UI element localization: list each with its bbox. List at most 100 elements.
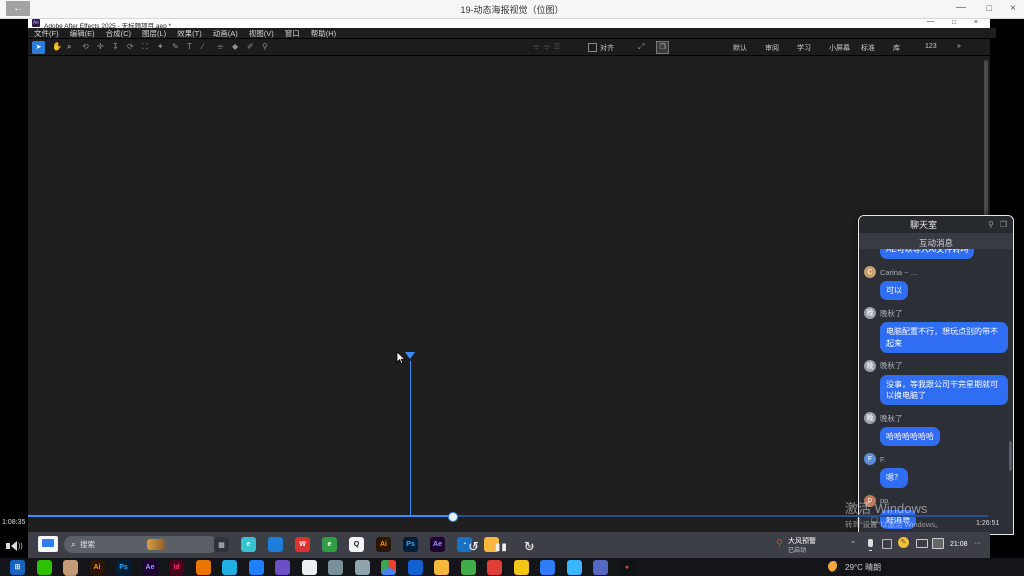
workspace-tab-7[interactable]: » [957,43,961,50]
skip-forward-button[interactable]: ↻ 30 [524,538,535,556]
notes-app-icon[interactable] [302,560,317,575]
player-progress-bar[interactable] [28,515,988,517]
app-icon-purple[interactable] [275,560,290,575]
menu-item-8[interactable]: 帮助(H) [311,28,336,39]
pan-camera-tool[interactable]: ✛ [97,42,104,51]
type-tool[interactable]: T [187,42,192,51]
app-icon-yellow[interactable] [514,560,529,575]
indesign-icon[interactable]: Id [169,560,184,575]
expand-icon[interactable]: ⤢ [638,42,644,52]
start-button[interactable]: ⊞ [10,560,25,575]
brush-tool[interactable]: ∕ [202,42,203,51]
photos-app-icon[interactable] [328,560,343,575]
browser-blue-icon[interactable] [268,537,283,552]
player-progress-knob[interactable] [448,512,458,522]
illustrator-icon[interactable]: Ai [90,560,105,575]
tray-card-icon[interactable] [932,538,944,549]
pen-tool[interactable]: ✎ [172,42,179,51]
snap-checkbox[interactable] [588,43,597,52]
dolly-camera-tool[interactable]: ↧ [112,42,119,51]
taskview-icon[interactable]: ▦ [214,537,229,552]
workspace-tab-5[interactable]: 库 [893,43,900,53]
clock-time[interactable]: 21:08 [950,541,968,548]
menu-item-4[interactable]: 效果(T) [177,28,202,39]
workspace-tab-4[interactable]: 标准 [861,43,875,53]
tray-overflow[interactable]: ··· [974,540,981,547]
eraser-tool[interactable]: ◆ [232,42,238,51]
zoom-tool[interactable]: ⌕ [67,42,71,52]
after-effects-icon[interactable]: Ae [143,560,158,575]
tray-box-icon[interactable] [882,539,892,549]
selection-tool[interactable]: ➤ [32,41,45,54]
tray-chevron-icon[interactable]: ⌃ [850,540,856,548]
ae-maximize-icon[interactable]: □ [952,19,956,26]
skip-back-button[interactable]: ↺ 10 [468,538,479,556]
qq-icon[interactable]: Q [349,537,364,552]
obs-icon[interactable]: ● [620,560,635,575]
menu-item-0[interactable]: 文件(F) [34,28,59,39]
chat-scrollbar[interactable] [1009,441,1012,471]
tim-icon[interactable] [567,560,582,575]
ae-close-icon[interactable]: × [974,19,978,26]
rotation-tool[interactable]: ⟳ [127,42,134,51]
app-icon-green[interactable] [461,560,476,575]
edit-pencil-icon[interactable]: ✎ [898,537,909,548]
shape-tool[interactable]: ✦ [157,42,164,51]
bilibili-icon[interactable] [222,560,237,575]
roto-brush-tool[interactable]: ✐ [247,42,254,51]
menu-item-6[interactable]: 视图(V) [249,28,274,39]
quark-icon[interactable] [408,560,423,575]
workspace-tab-0[interactable]: 默认 [733,43,747,53]
minimize-icon[interactable]: — [956,2,966,13]
popout-icon[interactable]: ❐ [1000,220,1007,229]
workspace-tab-6[interactable]: 123 [925,43,937,50]
chat-message-list[interactable]: AE可以导入AI文件转吗CCarina ~ …可以晚晚秋了电脑配置不行，想玩点别… [859,249,1013,534]
volume-icon[interactable]: )) [6,541,23,551]
illustrator-icon[interactable]: Ai [376,537,391,552]
user-avatar[interactable] [63,560,78,575]
workspace-tab-3[interactable]: 小屏幕 [829,43,850,53]
menu-item-1[interactable]: 编辑(E) [70,28,95,39]
playhead-line[interactable] [410,361,411,516]
chat-titlebar[interactable]: 聊天室 ⚲ ❐ [859,216,1013,234]
hand-tool[interactable]: ✋ [52,42,62,51]
photoshop-icon[interactable]: Ps [116,560,131,575]
blender-icon[interactable] [196,560,211,575]
box-app-icon[interactable] [355,560,370,575]
ae-minimize-icon[interactable]: — [927,18,934,25]
photoshop-icon[interactable]: Ps [403,537,418,552]
camera-tool[interactable]: ⛶ [142,42,148,52]
microphone-icon[interactable] [868,539,873,547]
chat-window[interactable]: 聊天室 ⚲ ❐ 互动消息 AE可以导入AI文件转吗CCarina ~ …可以晚晚… [858,215,1014,535]
grid-toggle-icon[interactable]: ❒ [656,41,669,54]
w-app-icon[interactable]: W [295,537,310,552]
menu-item-5[interactable]: 动画(A) [213,28,238,39]
menu-item-7[interactable]: 窗口 [285,28,300,39]
taskbar-search-input[interactable]: ⌕ 搜索 [64,536,218,553]
menu-item-3[interactable]: 图层(L) [142,28,166,39]
security-shield-icon[interactable] [540,560,555,575]
app-icon-red[interactable] [487,560,502,575]
orbit-camera-tool[interactable]: ⟲ [82,42,89,51]
dice-app-icon[interactable] [593,560,608,575]
e-app-icon[interactable]: e [322,537,337,552]
menu-item-2[interactable]: 合成(C) [106,28,131,39]
maximize-icon[interactable]: □ [987,3,992,13]
wechat-icon[interactable] [37,560,52,575]
close-icon[interactable]: × [1010,3,1016,14]
workspace-tab-2[interactable]: 学习 [797,43,811,53]
browser-whale-icon[interactable] [249,560,264,575]
puppet-pin-tool[interactable]: ⚲ [262,42,268,51]
workspace-tab-1[interactable]: 审阅 [765,43,779,53]
chrome-icon[interactable] [381,560,396,575]
pause-button[interactable]: ▮▮ [495,542,508,553]
after-effects-icon[interactable]: Ae [430,537,445,552]
folder-icon[interactable] [434,560,449,575]
pin-icon[interactable]: ⚲ [988,220,994,229]
tray-monitor-icon[interactable] [916,539,928,548]
edge-icon[interactable]: e [241,537,256,552]
screen-share-icon[interactable] [38,536,58,552]
taskbar-weather[interactable]: 29°C 晴朗 [845,562,881,573]
clone-stamp-tool[interactable]: ⌯ [217,42,223,52]
playhead-handle[interactable] [405,352,415,364]
